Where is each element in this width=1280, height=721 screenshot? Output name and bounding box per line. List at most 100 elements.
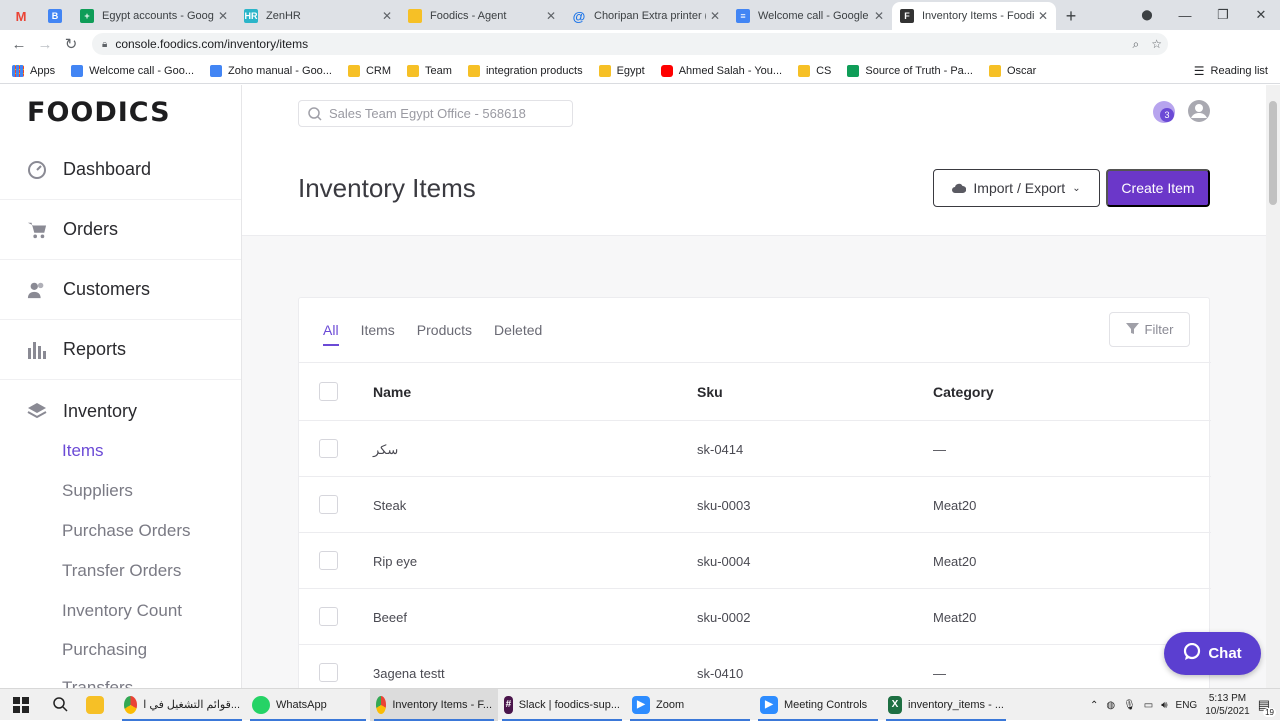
bookmark-apps[interactable]: Apps — [12, 64, 55, 77]
forward-icon[interactable]: → — [32, 36, 58, 53]
bookmark-item[interactable]: Zoho manual - Goo... — [210, 64, 332, 77]
sidebar-subitem-purchasing[interactable]: Purchasing — [62, 640, 147, 660]
clock-time: 5:13 PM — [1208, 693, 1247, 704]
bookmark-folder[interactable]: Oscar — [988, 64, 1036, 77]
browser-tab[interactable]: + Egypt accounts - Google ✕ — [72, 2, 236, 30]
scrollbar-thumb[interactable] — [1269, 101, 1277, 205]
tab-items[interactable]: Items — [361, 322, 395, 346]
docs-icon — [71, 64, 84, 77]
browser-tab[interactable]: ≡ Welcome call - Google D ✕ — [728, 2, 892, 30]
start-button[interactable] — [0, 689, 42, 721]
taskbar-app[interactable]: # Slack | foodics-sup... — [498, 689, 626, 721]
sidebar-subitem-items[interactable]: Items — [62, 441, 104, 461]
row-checkbox[interactable] — [319, 663, 338, 682]
row-checkbox[interactable] — [319, 439, 338, 458]
battery-icon[interactable]: ▭ — [1144, 700, 1153, 711]
taskbar-app[interactable]: ▶ Zoom — [626, 689, 754, 721]
table-row[interactable]: 3agena testt sk-0410 — — [299, 645, 1211, 688]
close-icon[interactable]: ✕ — [710, 9, 720, 23]
sidebar-subitem-suppliers[interactable]: Suppliers — [62, 481, 133, 501]
taskbar-app[interactable]: ▶ Meeting Controls — [754, 689, 882, 721]
sidebar-item-dashboard[interactable]: Dashboard — [0, 140, 241, 200]
browser-tab[interactable]: HR ZenHR ✕ — [236, 2, 400, 30]
bookmark-item[interactable]: Source of Truth - Pa... — [847, 64, 973, 77]
bookmark-item[interactable]: Welcome call - Goo... — [71, 64, 194, 77]
zoom-icon[interactable]: ⌕ — [1133, 37, 1140, 52]
foodics-logo[interactable]: FOODICS — [27, 97, 171, 128]
bookmark-folder[interactable]: CS — [798, 64, 831, 77]
sidebar-item-orders[interactable]: Orders — [0, 200, 241, 260]
taskbar-search-button[interactable] — [42, 689, 78, 721]
table-row[interactable]: Rip eye sku-0004 Meat20 — [299, 533, 1211, 589]
notifications-icon[interactable]: ▤ 19 — [1258, 697, 1276, 717]
browser-tab-gmail[interactable]: M — [4, 2, 38, 30]
sidebar-item-reports[interactable]: Reports — [0, 320, 241, 380]
tab-search-icon[interactable]: ⬤ — [1128, 10, 1166, 21]
at-icon: @ — [572, 8, 586, 24]
taskbar-app[interactable]: WhatsApp — [246, 689, 370, 721]
filter-button[interactable]: Filter — [1109, 312, 1190, 347]
close-icon[interactable]: ✕ — [218, 9, 228, 23]
table-row[interactable]: Steak sku-0003 Meat20 — [299, 477, 1211, 533]
volume-icon[interactable]: 🔊︎ — [1161, 700, 1167, 711]
row-checkbox[interactable] — [319, 495, 338, 514]
sidebar-subitem-transfer-orders[interactable]: Transfer Orders — [62, 561, 181, 581]
column-header-name[interactable]: Name — [373, 384, 411, 400]
sidebar-item-inventory[interactable]: Inventory — [0, 381, 241, 441]
table-row[interactable]: سكر sk-0414 — — [299, 421, 1211, 477]
clock[interactable]: 5:13 PM 10/5/2021 — [1205, 692, 1250, 718]
browser-tab-blogger[interactable]: B — [38, 2, 72, 30]
show-hidden-icons-icon[interactable]: ⌃ — [1090, 700, 1098, 711]
reload-icon[interactable]: ↻ — [58, 35, 84, 53]
taskbar-app[interactable]: قوائم التشغيل في ا... — [118, 689, 246, 721]
language-indicator[interactable]: ENG — [1176, 700, 1198, 711]
close-window-icon[interactable]: ✕ — [1242, 7, 1280, 23]
reading-list-button[interactable]: ☰ Reading list — [1194, 64, 1268, 78]
url-field[interactable]: 🔒︎ console.foodics.com/inventory/items ⌕… — [92, 33, 1168, 55]
bookmark-item[interactable]: Ahmed Salah - You... — [660, 64, 782, 77]
taskbar-app[interactable]: X inventory_items - ... — [882, 689, 1010, 721]
back-icon[interactable]: ← — [6, 36, 32, 53]
microphone-icon[interactable]: 🎙︎ — [1123, 700, 1136, 711]
tab-products[interactable]: Products — [417, 322, 472, 346]
chat-button[interactable]: Chat — [1164, 632, 1261, 675]
create-item-button[interactable]: Create Item — [1106, 169, 1210, 207]
new-tab-button[interactable]: + — [1056, 2, 1086, 30]
bookmark-folder[interactable]: CRM — [347, 64, 391, 77]
page-scrollbar[interactable] — [1266, 85, 1280, 688]
sidebar-subitem-purchase-orders[interactable]: Purchase Orders — [62, 521, 191, 541]
bookmark-folder[interactable]: Egypt — [598, 64, 645, 77]
dashboard-icon — [27, 160, 47, 180]
row-checkbox[interactable] — [319, 607, 338, 626]
browser-tab[interactable]: @ Choripan Extra printer (C ✕ — [564, 2, 728, 30]
browser-tab[interactable]: Foodics - Agent ✕ — [400, 2, 564, 30]
tab-deleted[interactable]: Deleted — [494, 322, 542, 346]
minimize-icon[interactable]: — — [1166, 8, 1204, 23]
browser-tab-active[interactable]: F Inventory Items - Foodics ✕ — [892, 2, 1056, 30]
close-icon[interactable]: ✕ — [874, 9, 884, 23]
bookmark-folder[interactable]: integration products — [467, 64, 583, 77]
column-header-category[interactable]: Category — [933, 384, 994, 400]
bookmark-star-icon[interactable]: ☆ — [1151, 37, 1162, 52]
file-explorer-button[interactable] — [78, 689, 118, 721]
table-row[interactable]: Beeef sku-0002 Meat20 — [299, 589, 1211, 645]
cell-name: Rip eye — [373, 554, 418, 569]
close-icon[interactable]: ✕ — [546, 9, 556, 23]
network-icon[interactable]: ◍ — [1106, 700, 1115, 711]
search-placeholder: Sales Team Egypt Office - 568618 — [329, 106, 526, 121]
search-input[interactable]: Sales Team Egypt Office - 568618 — [298, 100, 573, 127]
column-header-sku[interactable]: Sku — [697, 384, 723, 400]
taskbar-app-active[interactable]: Inventory Items - F... — [370, 688, 498, 721]
sidebar-subitem-transfers[interactable]: Transfers — [62, 678, 133, 688]
close-icon[interactable]: ✕ — [382, 9, 392, 23]
import-export-button[interactable]: Import / Export ⌄ — [933, 169, 1100, 207]
close-icon[interactable]: ✕ — [1038, 9, 1048, 23]
maximize-icon[interactable]: ❐ — [1204, 7, 1242, 23]
select-all-checkbox[interactable] — [319, 382, 338, 401]
sidebar-item-customers[interactable]: Customers — [0, 260, 241, 320]
bookmark-folder[interactable]: Team — [407, 64, 452, 77]
tab-all[interactable]: All — [323, 322, 339, 346]
row-checkbox[interactable] — [319, 551, 338, 570]
sidebar-subitem-inventory-count[interactable]: Inventory Count — [62, 601, 182, 621]
user-avatar-icon[interactable] — [1187, 99, 1211, 128]
